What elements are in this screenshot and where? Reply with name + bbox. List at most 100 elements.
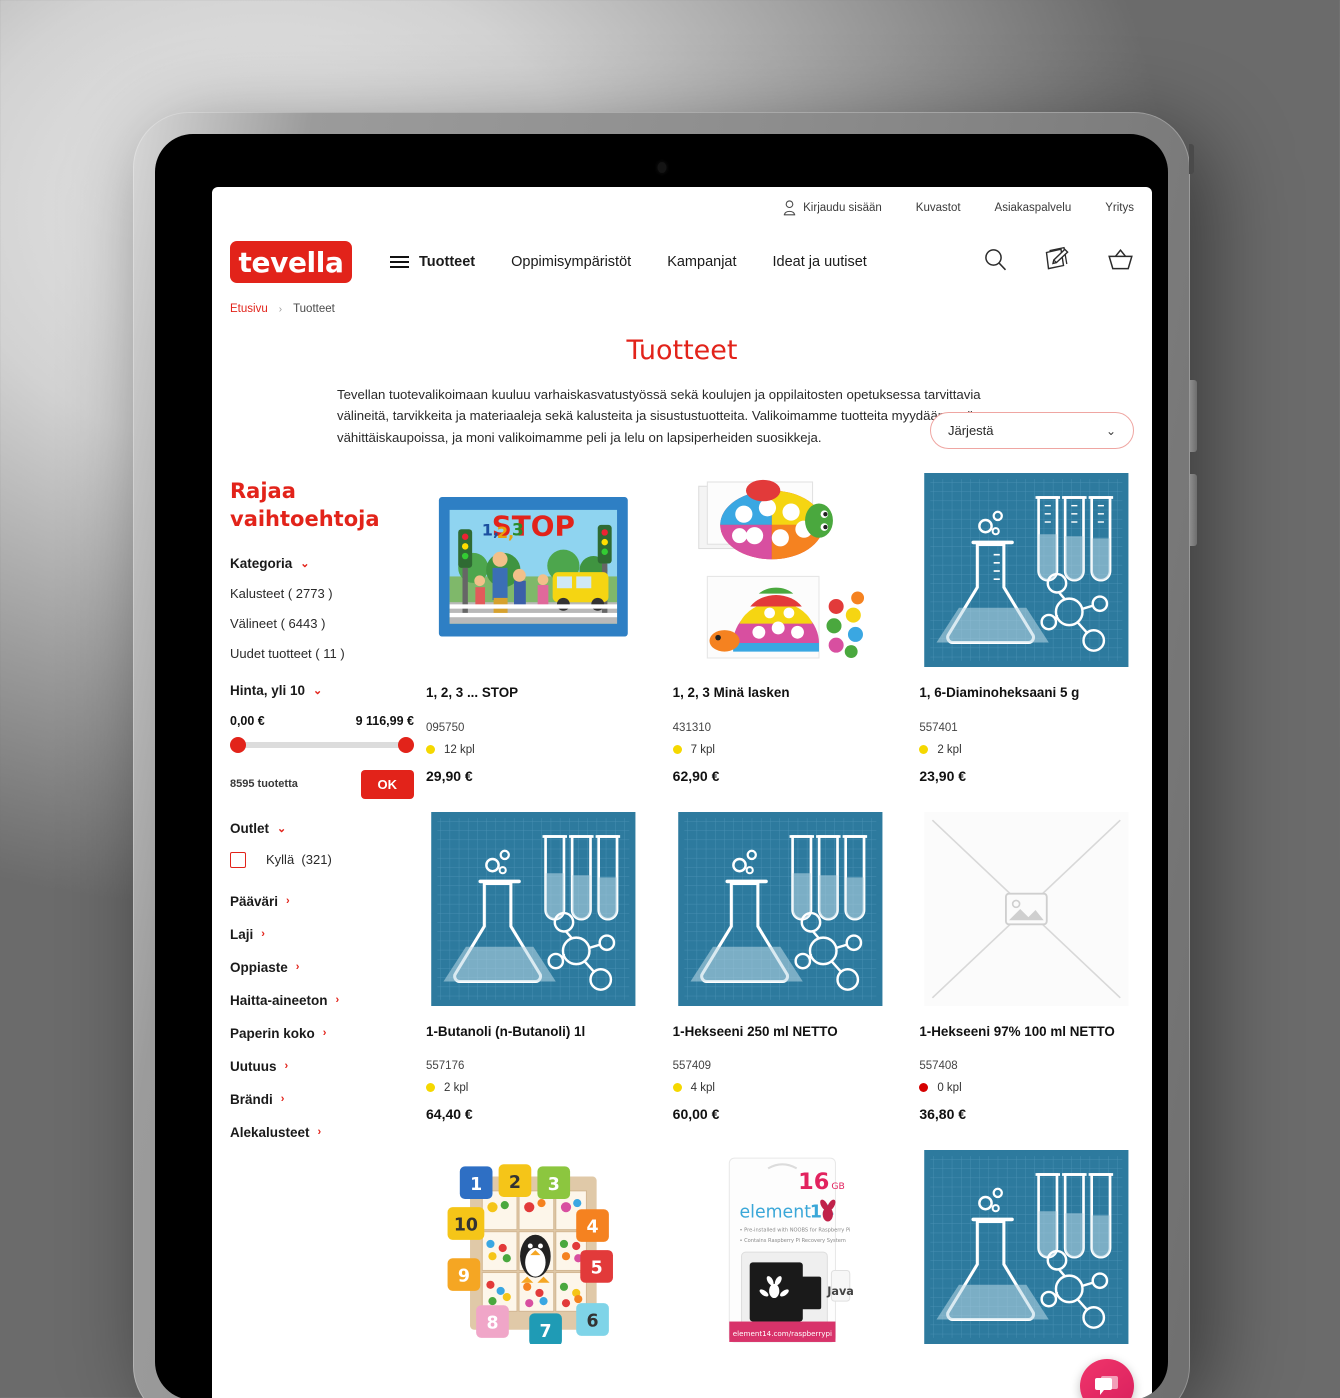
sort-select[interactable]: Järjestä ⌄ [930, 412, 1134, 450]
stock-label: 12 kpl [444, 743, 475, 756]
page-title: Tuotteet [626, 335, 738, 366]
chevron-down-icon: ⌄ [277, 822, 287, 835]
product-stock: 4 kpl [672, 1082, 888, 1094]
filter-link-label: Paperin koko [230, 1025, 315, 1041]
utility-bar: Kirjaudu sisään Kuvastot Asiakaspalvelu … [212, 187, 1152, 229]
product-stock: 12 kpl [426, 744, 641, 756]
nav-item-ideat-ja-uutiset[interactable]: Ideat ja uutiset [773, 254, 867, 270]
filter-link-paperin-koko[interactable]: Paperin koko › [230, 1026, 414, 1041]
filter-group-outlet[interactable]: Outlet ⌄ [230, 821, 414, 836]
chat-bubble-icon [1095, 1376, 1118, 1395]
product-code: 557408 [919, 1059, 958, 1072]
product-thumbnail[interactable] [919, 473, 1134, 668]
product-thumbnail[interactable]: 16 GB element 14 • Pre-installed with NO… [673, 1149, 888, 1344]
filter-link-laji[interactable]: Laji › [230, 927, 414, 942]
product-thumbnail[interactable]: STOP 1, 2, 3 [426, 473, 641, 667]
filter-link-label: Haitta-aineeton [230, 992, 328, 1008]
filter-option-count: ( 2773 ) [287, 585, 333, 601]
product-card[interactable]: 16 GB element 14 • Pre-installed with NO… [673, 1149, 888, 1361]
product-card[interactable]: 1-Hekseeni 97% 100 ml NETTO 557408 0 kpl… [919, 811, 1134, 1122]
notepad-pencil-icon[interactable] [1044, 246, 1071, 278]
hamburger-icon[interactable] [390, 256, 409, 268]
product-price: 62,90 € [672, 767, 720, 784]
utility-link-asiakaspalvelu[interactable]: Asiakaspalvelu [995, 202, 1072, 214]
utility-link-yritys[interactable]: Yritys [1105, 202, 1134, 214]
filter-link-brandi[interactable]: Brändi › [230, 1092, 414, 1107]
volume-up-button[interactable] [1190, 380, 1197, 452]
product-card[interactable] [919, 1149, 1134, 1361]
svg-text:• Pre-installed with NOOBS for: • Pre-installed with NOOBS for Raspberry… [739, 1228, 850, 1234]
filter-option-uudet-tuotteet[interactable]: Uudet tuotteet ( 11 ) [230, 646, 414, 661]
basket-icon[interactable] [1107, 247, 1134, 277]
product-card[interactable]: 1, 2, 3 Minä lasken 431310 7 kpl 62,90 € [672, 473, 888, 784]
content-area: Rajaa vaihtoehtoja Kategoria ⌄ Kalusteet… [212, 412, 1152, 1361]
product-card[interactable]: 1-Hekseeni 250 ml NETTO 557409 4 kpl 60,… [672, 811, 888, 1122]
outlet-checkbox[interactable] [230, 851, 246, 868]
stock-status-dot [919, 745, 929, 755]
chevron-down-icon: ⌄ [300, 557, 310, 570]
chevron-right-icon: › [295, 961, 300, 974]
product-price: 64,40 € [426, 1105, 473, 1122]
price-range-labels: 0,00 € 9 116,99 € [230, 714, 414, 728]
chevron-right-icon: › [280, 1093, 285, 1106]
filter-link-oppiaste[interactable]: Oppiaste › [230, 960, 414, 975]
sort-wrapper: Järjestä ⌄ [426, 412, 1134, 450]
product-name: 1-Hekseeni 250 ml NETTO [672, 1023, 838, 1039]
login-link[interactable]: Kirjaudu sisään [783, 200, 882, 216]
filter-group-kategoria[interactable]: Kategoria ⌄ [230, 556, 414, 571]
browser-page: Kirjaudu sisään Kuvastot Asiakaspalvelu … [212, 187, 1152, 1398]
product-stock: 0 kpl [919, 1082, 1134, 1094]
nav-item-tuotteet[interactable]: Tuotteet [390, 254, 475, 270]
filter-option-valineet[interactable]: Välineet ( 6443 ) [230, 616, 414, 631]
search-icon[interactable] [983, 247, 1008, 277]
price-range-slider[interactable] [230, 736, 414, 753]
product-code: 557409 [672, 1059, 712, 1072]
product-thumbnail[interactable] [919, 1149, 1134, 1344]
filter-link-uutuus[interactable]: Uutuus › [230, 1059, 414, 1074]
product-card[interactable]: 1, 6-Diaminoheksaani 5 g 557401 2 kpl 23… [919, 473, 1134, 784]
product-thumbnail[interactable] [426, 811, 641, 1006]
stock-label: 0 kpl [937, 1081, 962, 1094]
price-ok-button[interactable]: OK [360, 769, 414, 799]
svg-text:5: 5 [591, 1259, 603, 1279]
product-thumbnail[interactable] [673, 811, 888, 1006]
breadcrumb-home[interactable]: Etusivu [230, 303, 268, 315]
chevron-down-icon: ⌄ [1105, 423, 1116, 438]
product-card[interactable]: STOP 1, 2, 3 1, 2, 3 ... STOP 095750 12 … [426, 473, 641, 784]
filter-option-count: ( 11 ) [315, 645, 345, 661]
chevron-right-icon: › [261, 928, 265, 941]
product-count-label: 8595 tuotetta [230, 778, 298, 791]
svg-text:• Contains Raspberry Pi Recove: • Contains Raspberry Pi Recovery System [739, 1238, 845, 1244]
stock-label: 2 kpl [937, 743, 962, 756]
product-thumbnail[interactable] [673, 473, 888, 667]
volume-down-button[interactable] [1190, 474, 1197, 546]
filter-option-count: ( 6443 ) [280, 615, 326, 631]
product-card[interactable]: 1-Butanoli (n-Butanoli) 1l 557176 2 kpl … [426, 811, 641, 1122]
outlet-filter-row[interactable]: Kyllä (321) [230, 851, 414, 868]
site-header: tevella Tuotteet Oppimisympäristöt Kampa… [212, 229, 1152, 295]
product-card[interactable]: 1 2 3 4 5 6 7 8 9 10 [426, 1149, 641, 1361]
filter-link-alekalusteet[interactable]: Alekalusteet › [230, 1125, 414, 1140]
utility-link-kuvastot[interactable]: Kuvastot [916, 202, 961, 214]
filter-group-hinta[interactable]: Hinta, yli 10 ⌄ [230, 683, 414, 698]
filter-link-haitta-aineeton[interactable]: Haitta-aineeton › [230, 993, 414, 1008]
product-code: 557176 [426, 1059, 465, 1072]
filter-link-paavari[interactable]: Pääväri › [230, 894, 414, 909]
product-thumbnail[interactable]: 1 2 3 4 5 6 7 8 9 10 [426, 1149, 641, 1344]
nav-item-oppimisymparistot[interactable]: Oppimisympäristöt [511, 254, 631, 270]
chem-blueprint-image [924, 1149, 1129, 1344]
chat-widget-button[interactable] [1080, 1359, 1134, 1398]
logo[interactable]: tevella [230, 241, 352, 283]
filter-group-label: Outlet [230, 820, 269, 836]
price-slider-min-handle[interactable] [230, 736, 246, 753]
login-label: Kirjaudu sisään [803, 202, 882, 214]
power-button[interactable] [1189, 144, 1194, 174]
nav-item-kampanjat[interactable]: Kampanjat [667, 254, 736, 270]
chevron-down-icon: ⌄ [313, 684, 323, 697]
product-thumbnail[interactable] [919, 811, 1134, 1006]
product-name: 1-Butanoli (n-Butanoli) 1l [426, 1023, 586, 1039]
svg-text:2: 2 [509, 1173, 521, 1193]
price-slider-max-handle[interactable] [398, 736, 414, 753]
filter-option-kalusteet[interactable]: Kalusteet ( 2773 ) [230, 586, 414, 601]
primary-nav: Tuotteet Oppimisympäristöt Kampanjat Ide… [390, 254, 867, 270]
